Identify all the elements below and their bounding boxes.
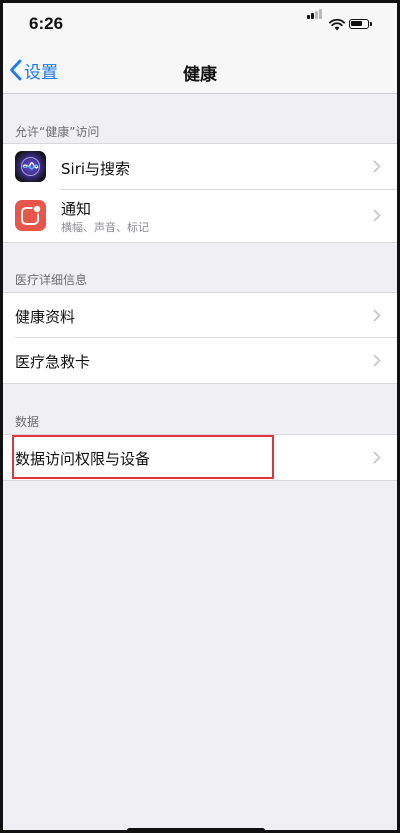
home-indicator[interactable] — [127, 828, 265, 830]
notifications-icon — [15, 200, 46, 231]
notifications-row[interactable]: 通知 横幅、声音、标记 — [3, 190, 397, 242]
health-profile-label: 健康资料 — [15, 308, 76, 326]
access-group: Siri与搜索 通知 横幅、声音、标记 — [3, 143, 397, 243]
battery-icon — [349, 19, 372, 29]
medical-id-row[interactable]: 医疗急救卡 — [3, 338, 397, 383]
wifi-icon — [329, 16, 345, 35]
section-header-access: 允许“健康”访问 — [15, 125, 100, 139]
section-header-medical: 医疗详细信息 — [15, 273, 88, 287]
siri-search-row[interactable]: Siri与搜索 — [3, 144, 397, 190]
phone-screen: 6:26 设置 健康 允许“健康”访问 Siri与搜索 通知 横幅、声音、标记 … — [0, 0, 400, 833]
navigation-bar: 设置 健康 — [3, 47, 397, 94]
siri-search-label: Siri与搜索 — [61, 160, 131, 178]
chevron-right-icon — [373, 309, 381, 322]
health-profile-row[interactable]: 健康资料 — [3, 293, 397, 338]
siri-icon — [15, 151, 46, 182]
page-title: 健康 — [183, 65, 217, 85]
chevron-right-icon — [373, 354, 381, 367]
status-time: 6:26 — [29, 14, 64, 33]
chevron-right-icon — [373, 160, 381, 173]
notifications-subtitle: 横幅、声音、标记 — [61, 221, 149, 234]
notifications-label: 通知 — [61, 200, 92, 218]
section-header-data: 数据 — [15, 415, 40, 429]
chevron-right-icon — [373, 451, 381, 464]
chevron-right-icon — [373, 209, 381, 222]
medical-id-label: 医疗急救卡 — [15, 353, 91, 371]
highlight-box — [12, 435, 274, 479]
status-bar: 6:26 — [3, 3, 397, 47]
medical-group: 健康资料 医疗急救卡 — [3, 292, 397, 384]
